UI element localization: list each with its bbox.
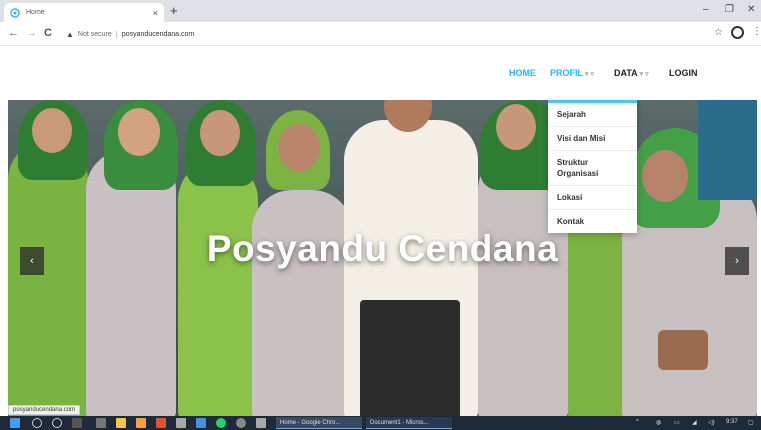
taskbar-app-icon[interactable] (176, 418, 186, 428)
nav-data[interactable]: DATA ▾ ▿ (614, 68, 649, 78)
address-bar: ← → C ▲ Not secure | posyanducendana.com… (0, 22, 761, 46)
tray-battery-icon[interactable]: ▭ (674, 419, 680, 426)
taskbar-app-icon[interactable] (136, 418, 146, 428)
back-button[interactable]: ← (8, 27, 19, 39)
nav-profil-label: PROFIL (550, 68, 583, 78)
profile-avatar-icon[interactable] (731, 26, 744, 39)
url-text[interactable]: posyanducendana.com (122, 31, 194, 38)
browser-tab-strip: Home × + – ❐ ✕ (0, 0, 761, 22)
tab-close-icon[interactable]: × (153, 8, 158, 18)
nav-home[interactable]: HOME (509, 68, 536, 78)
tray-wifi-icon[interactable]: ◢ (692, 419, 697, 426)
dropdown-item-visi-misi[interactable]: Visi dan Misi (548, 127, 637, 151)
cortana-icon[interactable] (52, 418, 62, 428)
warning-icon[interactable]: ▲ (66, 30, 74, 39)
browser-tab-home[interactable]: Home × (4, 3, 164, 22)
close-window-button[interactable]: ✕ (747, 4, 755, 15)
chevron-down-icon: ▾ ▿ (639, 71, 649, 78)
omnibox-separator: | (115, 29, 118, 39)
clock-time[interactable]: 9:37 (726, 419, 738, 425)
hero-title: Posyandu Cendana (206, 228, 559, 269)
chevron-right-icon: › (735, 255, 739, 267)
tray-network-icon[interactable]: ◍ (656, 419, 661, 426)
site-navbar: HOME PROFIL ▾ ▿ DATA ▾ ▿ LOGIN (0, 46, 761, 100)
windows-taskbar: Home - Google Chro... Document1 - Micros… (0, 416, 761, 430)
tab-title: Home (26, 9, 45, 16)
new-tab-button[interactable]: + (170, 3, 178, 18)
nav-login[interactable]: LOGIN (669, 68, 698, 78)
windows-start-icon[interactable] (10, 418, 20, 428)
task-view-icon[interactable] (72, 418, 82, 428)
chevron-down-icon: ▾ ▿ (585, 71, 594, 78)
file-explorer-icon[interactable] (116, 418, 126, 428)
hero-carousel: Posyandu Cendana ‹ › (8, 100, 757, 416)
taskbar-app-icon[interactable] (256, 418, 266, 428)
taskbar-chrome-window[interactable]: Home - Google Chro... (276, 417, 362, 429)
taskbar-app-icon[interactable] (236, 418, 246, 428)
dropdown-item-kontak[interactable]: Kontak (548, 210, 637, 233)
taskbar-word-label: Document1 - Micros... (370, 419, 429, 426)
notification-icon[interactable]: ▢ (748, 419, 754, 426)
profil-dropdown-menu: Sejarah Visi dan Misi Struktur Organisas… (548, 100, 637, 233)
dropdown-item-struktur-organisasi[interactable]: Struktur Organisasi (548, 151, 637, 186)
taskbar-app-icon[interactable] (156, 418, 166, 428)
tray-chevron-icon[interactable]: ^ (636, 419, 639, 425)
maximize-button[interactable]: ❐ (725, 4, 734, 15)
minimize-button[interactable]: – (703, 4, 709, 15)
forward-button[interactable]: → (26, 27, 37, 39)
status-bar-url: posyanducendana.com (8, 405, 81, 415)
dropdown-item-lokasi[interactable]: Lokasi (548, 186, 637, 210)
reload-button[interactable]: C (44, 27, 52, 39)
nav-profil[interactable]: PROFIL ▾ ▿ (550, 68, 594, 78)
browser-menu-icon[interactable]: ⋮ (752, 26, 761, 37)
bookmark-star-icon[interactable]: ☆ (714, 27, 723, 38)
site-favicon-icon (10, 7, 20, 18)
dropdown-item-sejarah[interactable]: Sejarah (548, 103, 637, 127)
carousel-next-button[interactable]: › (725, 247, 749, 275)
taskbar-word-window[interactable]: Document1 - Micros... (366, 417, 452, 429)
taskbar-app-icon[interactable] (96, 418, 106, 428)
security-label[interactable]: Not secure (78, 31, 112, 38)
omnibox[interactable]: ▲ Not secure | posyanducendana.com (66, 26, 686, 42)
tray-volume-icon[interactable]: ◁) (708, 419, 715, 426)
nav-data-label: DATA (614, 68, 638, 78)
whatsapp-icon[interactable] (216, 418, 226, 428)
chevron-left-icon: ‹ (30, 255, 34, 267)
taskbar-app-icon[interactable] (196, 418, 206, 428)
taskbar-chrome-label: Home - Google Chro... (280, 419, 341, 426)
search-icon[interactable] (32, 418, 42, 428)
carousel-prev-button[interactable]: ‹ (20, 247, 44, 275)
